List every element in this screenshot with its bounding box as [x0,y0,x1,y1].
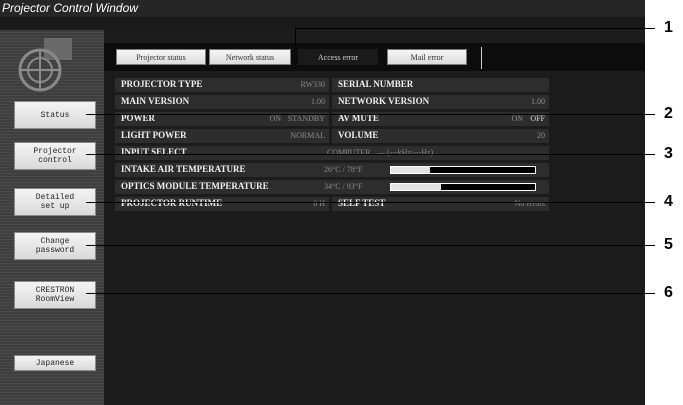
table-row: PROJECTOR RUNTIME 6 H SELF TEST No error… [115,197,549,211]
callout-2-line [86,114,655,115]
projector-control-button[interactable]: Projector control [14,142,96,170]
callout-2: 2 [664,105,673,122]
callout-6-line [86,293,655,294]
callout-1-line [295,28,655,29]
main-version-label: MAIN VERSION [121,96,190,106]
sidebar: Status Projector control Detailed set up… [0,30,104,405]
tab-mail-error[interactable]: Mail error [387,49,467,65]
intake-air-temp-bar-fill [391,167,430,173]
window-title: Projector Control Window [2,1,138,15]
serial-number-label: SERIAL NUMBER [338,79,414,89]
intake-air-temp-label: INTAKE AIR TEMPERATURE [121,164,246,174]
table-row: INTAKE AIR TEMPERATURE 26°C / 78°F [115,163,549,177]
light-power-value: NORMAL [290,131,325,140]
table-row: MAIN VERSION 1.00 NETWORK VERSION 1.00 [115,95,549,109]
input-select-label: INPUT SELECT [121,147,187,157]
title-bar: Projector Control Window [0,0,645,17]
callout-4: 4 [664,193,673,210]
av-mute-off-value: OFF [530,114,545,123]
optics-module-temp-label: OPTICS MODULE TEMPERATURE [121,181,269,191]
tab-bar: Projector status Network status Access e… [111,45,481,69]
power-standby-value: STANDBY [287,114,325,123]
callout-5: 5 [664,236,673,253]
table-row: INPUT SELECT COMPUTER — (---kHz/---Hz) [115,146,549,160]
network-version-label: NETWORK VERSION [338,96,430,106]
projector-type-value: RW330 [300,80,325,89]
av-mute-on-value: ON [511,114,523,123]
tab-access-error[interactable]: Access error [298,49,378,65]
japanese-button[interactable]: Japanese [14,355,96,371]
intake-air-temp-bar [390,166,536,174]
callout-1: 1 [664,19,673,36]
status-button[interactable]: Status [14,101,96,129]
network-version-value: 1.00 [531,97,545,106]
callout-3-line [86,154,655,155]
callout-3: 3 [664,145,673,162]
panasonic-logo-icon [18,38,72,92]
self-test-label: SELF TEST [338,198,386,208]
tab-projector-status[interactable]: Projector status [116,49,206,65]
table-row: PROJECTOR TYPE RW330 SERIAL NUMBER [115,78,549,92]
detailed-setup-button[interactable]: Detailed set up [14,188,96,216]
optics-module-temp-bar [390,183,536,191]
power-on-value: ON [269,114,281,123]
crestron-roomview-button[interactable]: CRESTRON RoomView [14,281,96,309]
callout-6: 6 [664,284,673,301]
table-row: OPTICS MODULE TEMPERATURE 34°C / 93°F [115,180,549,194]
volume-label: VOLUME [338,130,379,140]
optics-module-temp-value: 34°C / 93°F [324,182,363,191]
input-select-value: COMPUTER [327,148,371,157]
intake-air-temp-value: 26°C / 78°F [324,165,363,174]
optics-module-temp-bar-fill [391,184,442,190]
self-test-value: No errors [514,199,545,208]
callout-5-line [86,245,655,246]
light-power-label: LIGHT POWER [121,130,187,140]
runtime-value: 6 H [313,199,325,208]
change-password-button[interactable]: Change password [14,232,96,260]
input-frequency-value: — (---kHz/---Hz) [377,148,434,157]
tab-network-status[interactable]: Network status [209,49,291,65]
projector-type-label: PROJECTOR TYPE [121,79,203,89]
volume-value: 20 [537,131,545,140]
table-row: LIGHT POWER NORMAL VOLUME 20 [115,129,549,143]
main-version-value: 1.00 [311,97,325,106]
runtime-label: PROJECTOR RUNTIME [121,198,223,208]
main-panel: Projector status Network status Access e… [104,30,645,405]
callout-4-line [86,202,655,203]
callout-1-connector [295,28,296,46]
